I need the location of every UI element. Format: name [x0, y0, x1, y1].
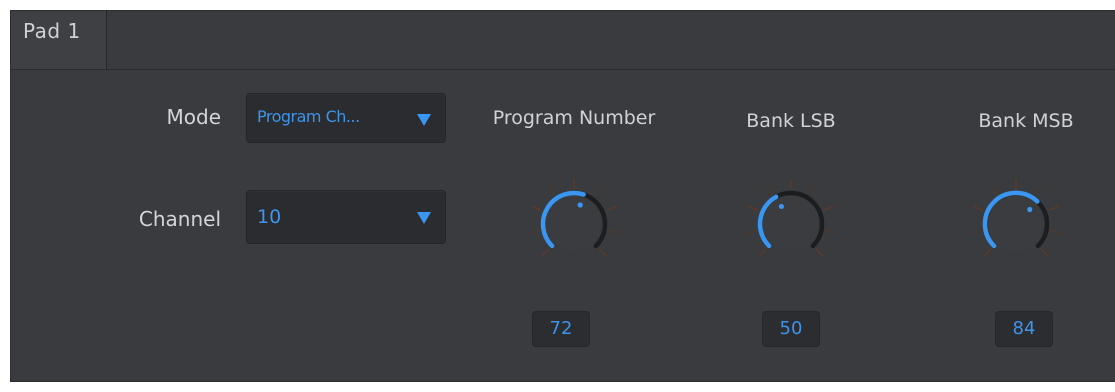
knob-body: [989, 197, 1043, 251]
knob-tick: [825, 230, 836, 234]
knob-tick: [593, 185, 600, 195]
knob-tick: [971, 230, 982, 234]
pad-settings-panel: Pad 1 Mode Program Ch... Channel 10 Prog…: [10, 10, 1115, 382]
bank-lsb-value[interactable]: 50: [762, 311, 820, 347]
knob-tick: [598, 248, 607, 257]
knob-tick: [983, 248, 992, 257]
triangle-down-icon: [417, 212, 431, 224]
tab-label: Pad 1: [23, 19, 81, 43]
knob-tick: [990, 185, 997, 195]
triangle-down-icon: [417, 114, 431, 126]
mode-label: Mode: [166, 105, 222, 129]
tab-strip: Pad 1: [11, 11, 1115, 70]
tab-strip-empty: [107, 11, 1115, 69]
bank-msb-value[interactable]: 84: [995, 311, 1053, 347]
knob-indicator-dot: [1027, 206, 1033, 213]
channel-label: Channel: [138, 207, 221, 231]
knob-tick: [548, 185, 555, 195]
knob-tick: [541, 248, 550, 257]
program-number-knob[interactable]: [524, 174, 624, 274]
tab-pad-1[interactable]: Pad 1: [11, 11, 107, 69]
channel-dropdown[interactable]: 10: [246, 190, 446, 244]
knob-body: [547, 197, 601, 251]
knob-tick: [823, 205, 834, 212]
knob-tick: [758, 248, 767, 257]
knob-indicator-dot: [778, 203, 785, 210]
knob-tick: [1048, 205, 1059, 212]
knob-tick: [608, 230, 619, 234]
knob-body: [764, 197, 818, 251]
bank-lsb-label: Bank LSB: [746, 110, 836, 132]
mode-dropdown-value: Program Ch...: [257, 107, 360, 126]
knob-tick: [810, 185, 817, 195]
knob-tick: [765, 185, 772, 195]
knob-tick: [529, 230, 540, 234]
knob-tick: [973, 205, 984, 212]
knob-tick: [1035, 185, 1042, 195]
knob-tick: [746, 230, 757, 234]
bank-msb-label: Bank MSB: [978, 110, 1074, 132]
knob-tick: [1050, 230, 1061, 234]
bank-msb-knob[interactable]: [966, 174, 1066, 274]
knob-tick: [1040, 248, 1049, 257]
bank-lsb-knob[interactable]: [741, 174, 841, 274]
program-number-label: Program Number: [492, 107, 656, 129]
knob-tick: [531, 205, 542, 212]
knob-indicator-dot: [577, 202, 583, 208]
knob-tick: [815, 248, 824, 257]
knob-tick: [606, 205, 617, 212]
knob-tick: [748, 205, 759, 212]
program-number-value[interactable]: 72: [532, 311, 590, 347]
channel-dropdown-value: 10: [257, 206, 282, 228]
mode-dropdown[interactable]: Program Ch...: [246, 93, 446, 143]
